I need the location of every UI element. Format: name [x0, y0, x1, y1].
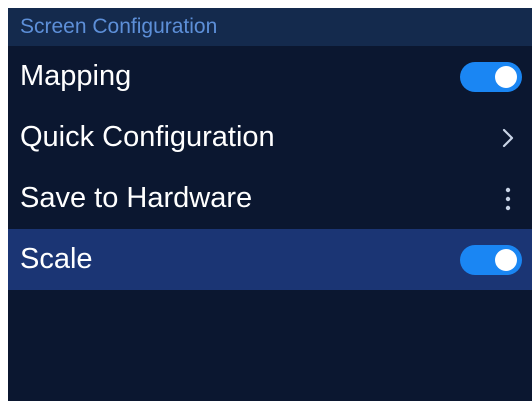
menu-item-label: Mapping — [20, 60, 132, 92]
menu-item-label: Save to Hardware — [20, 182, 253, 214]
mapping-toggle[interactable] — [460, 61, 522, 92]
section-title: Screen Configuration — [20, 15, 218, 38]
chevron-right-icon — [494, 123, 522, 153]
screen-configuration-panel: Screen Configuration Mapping Quick Confi… — [8, 8, 532, 401]
menu-item-label: Scale — [20, 243, 93, 275]
toggle-knob — [495, 65, 517, 88]
section-header: Screen Configuration — [8, 8, 532, 46]
menu-item-save-to-hardware[interactable]: Save to Hardware — [8, 168, 532, 229]
menu-item-scale[interactable]: Scale — [8, 229, 532, 290]
menu-item-mapping[interactable]: Mapping — [8, 46, 532, 107]
menu-item-quick-configuration[interactable]: Quick Configuration — [8, 107, 532, 168]
scale-toggle[interactable] — [460, 244, 522, 275]
toggle-knob — [495, 248, 517, 271]
menu-item-label: Quick Configuration — [20, 121, 275, 153]
more-vertical-icon[interactable] — [494, 184, 522, 214]
